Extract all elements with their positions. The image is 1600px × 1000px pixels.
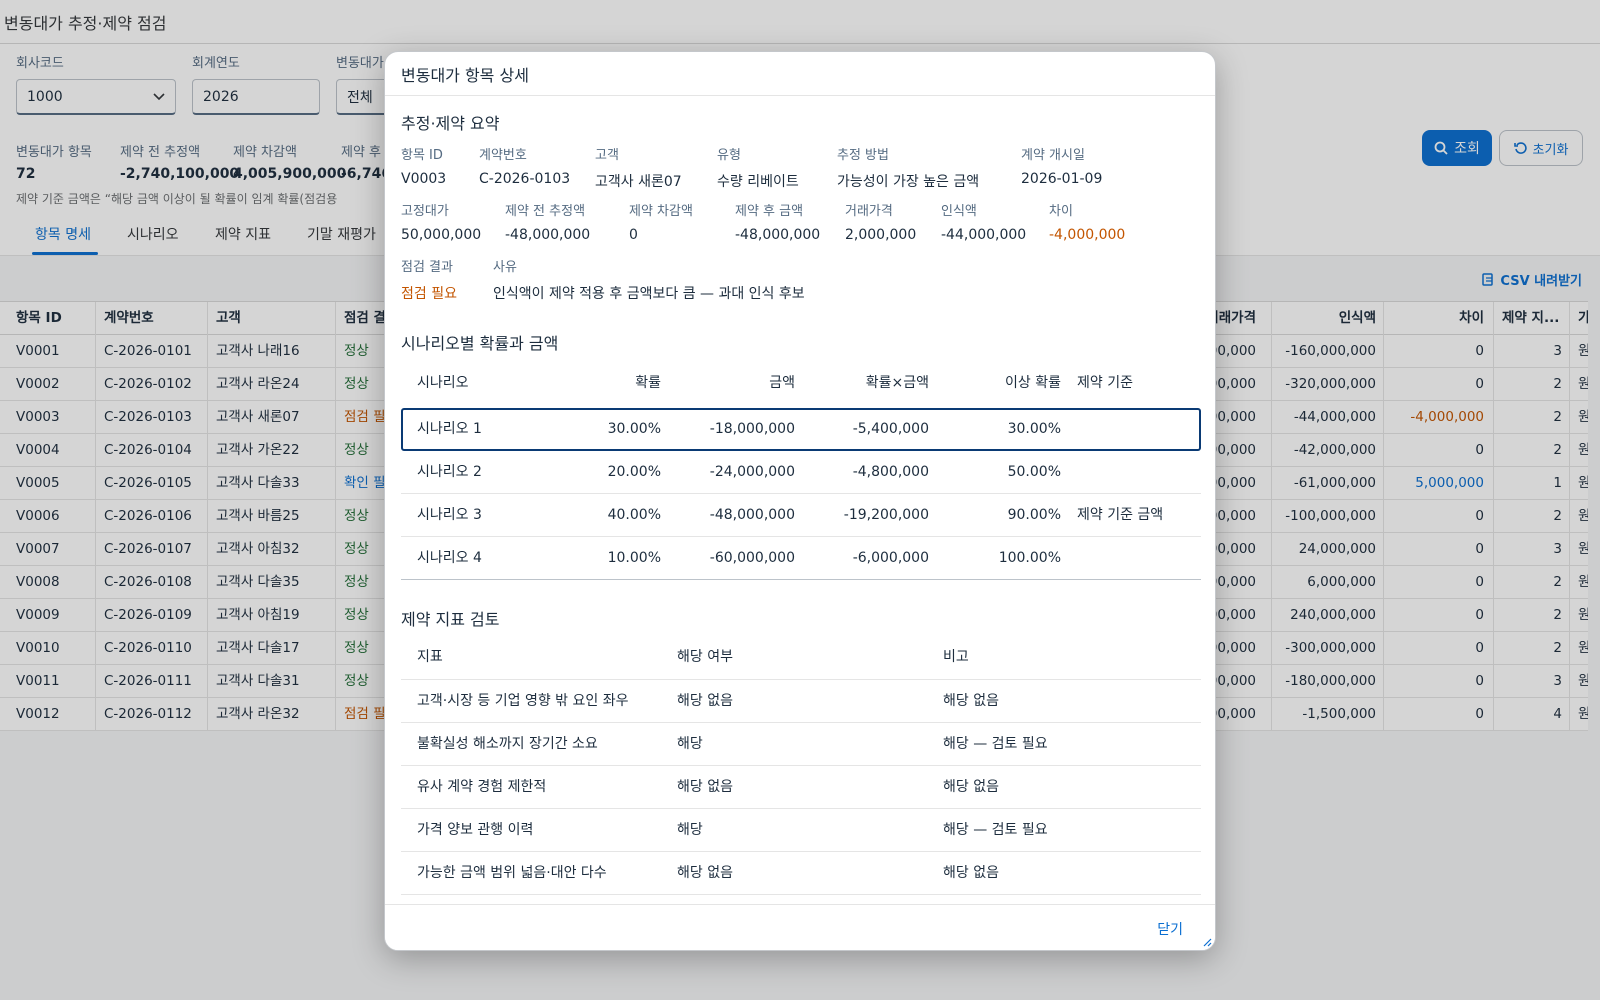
scenario-prob-amount: -19,200,000 — [843, 507, 929, 523]
indicator-applies: 해당 없음 — [677, 693, 733, 709]
scenario-constraint-base: 제약 기준 금액 — [1077, 507, 1164, 523]
scenario-probability: 10.00% — [607, 550, 661, 566]
field-check-result: 점검 결과 점검 필요 — [401, 260, 457, 302]
scenario-amount: -60,000,000 — [709, 550, 795, 566]
scenario-probability: 30.00% — [607, 421, 661, 437]
scenario-name: 시나리오 4 — [417, 550, 482, 566]
scenario-cumulative: 30.00% — [1007, 421, 1061, 437]
indicator-name: 불확실성 해소까지 장기간 소요 — [417, 736, 598, 752]
indicator-name: 가능한 금액 범위 넓음·대안 다수 — [417, 865, 607, 881]
scenario-probability: 20.00% — [607, 464, 661, 480]
indicator-applies: 해당 없음 — [677, 865, 733, 881]
indicator-header-row: 지표 해당 여부 비고 — [401, 634, 1201, 680]
field-estimate-method: 추정 방법 가능성이 가장 높은 금액 — [837, 148, 980, 190]
field-difference: 차이 -4,000,000 — [1049, 204, 1126, 243]
field-post-constraint: 제약 후 금액 -48,000,000 — [735, 204, 821, 243]
field-reason: 사유 인식액이 제약 적용 후 금액보다 큼 — 과대 인식 후보 — [493, 260, 805, 302]
scenario-section-title: 시나리오별 확률과 금액 — [401, 334, 559, 353]
indicator-row[interactable]: 고객·시장 등 기업 영향 밖 요인 좌우 해당 없음 해당 없음 — [401, 680, 1201, 723]
field-fixed-consideration: 고정대가 50,000,000 — [401, 204, 482, 243]
detail-dialog: 변동대가 항목 상세 추정·제약 요약 항목 ID V0003 계약번호 C-202… — [384, 51, 1216, 951]
indicator-applies: 해당 — [677, 822, 703, 838]
indicator-remark: 해당 없음 — [943, 865, 999, 881]
indicator-applies: 해당 — [677, 736, 703, 752]
indicator-table: 지표 해당 여부 비고 고객·시장 등 기업 영향 밖 요인 좌우 해당 없음 해당… — [401, 634, 1201, 895]
scenario-row[interactable]: 시나리오 1 30.00% -18,000,000 -5,400,000 30.00% — [401, 408, 1201, 451]
indicator-applies: 해당 없음 — [677, 779, 733, 795]
scenario-name: 시나리오 3 — [417, 507, 482, 523]
indicator-row[interactable]: 가능한 금액 범위 넓음·대안 다수 해당 없음 해당 없음 — [401, 852, 1201, 895]
scenario-header-row: 시나리오 확률 금액 확률×금액 이상 확률 제약 기준 — [417, 375, 1133, 391]
field-constraint-deduction: 제약 차감액 0 — [629, 204, 693, 243]
field-contract-start: 계약 개시일 2026-01-09 — [1021, 148, 1103, 187]
indicator-section-title: 제약 지표 검토 — [401, 610, 500, 629]
scenario-cumulative: 100.00% — [998, 550, 1061, 566]
scenario-prob-amount: -4,800,000 — [852, 464, 929, 480]
field-transaction-price: 거래가격 2,000,000 — [845, 204, 917, 243]
indicator-row[interactable]: 불확실성 해소까지 장기간 소요 해당 해당 — 검토 필요 — [401, 723, 1201, 766]
scenario-probability: 40.00% — [607, 507, 661, 523]
field-customer: 고객 고객사 새론07 — [595, 148, 682, 190]
dialog-title: 변동대가 항목 상세 — [401, 65, 529, 85]
indicator-remark: 해당 — 검토 필요 — [943, 822, 1048, 838]
close-button[interactable]: 닫기 — [1157, 919, 1183, 939]
dialog-header: 변동대가 항목 상세 — [385, 52, 1215, 96]
indicator-row[interactable]: 유사 계약 경험 제한적 해당 없음 해당 없음 — [401, 766, 1201, 809]
scenario-cumulative: 50.00% — [1007, 464, 1061, 480]
field-pre-estimate: 제약 전 추정액 -48,000,000 — [505, 204, 591, 243]
field-item-id: 항목 ID V0003 — [401, 148, 447, 187]
scenario-amount: -18,000,000 — [709, 421, 795, 437]
field-recognized: 인식액 -44,000,000 — [941, 204, 1027, 243]
field-contract-no: 계약번호 C-2026-0103 — [479, 148, 571, 187]
scenario-name: 시나리오 1 — [417, 421, 482, 437]
scenario-row[interactable]: 시나리오 3 40.00% -48,000,000 -19,200,000 90.00%… — [401, 494, 1201, 537]
scenario-prob-amount: -5,400,000 — [852, 421, 929, 437]
scenario-amount: -48,000,000 — [709, 507, 795, 523]
scenario-row[interactable]: 시나리오 2 20.00% -24,000,000 -4,800,000 50.00% — [401, 451, 1201, 494]
field-type: 유형 수량 리베이트 — [717, 148, 799, 190]
indicator-name: 가격 양보 관행 이력 — [417, 822, 534, 838]
scenario-row[interactable]: 시나리오 4 10.00% -60,000,000 -6,000,000 100.00% — [401, 537, 1201, 580]
indicator-remark: 해당 없음 — [943, 693, 999, 709]
scenario-amount: -24,000,000 — [709, 464, 795, 480]
summary-section-title: 추정·제약 요약 — [401, 114, 500, 133]
indicator-name: 유사 계약 경험 제한적 — [417, 779, 547, 795]
indicator-remark: 해당 — 검토 필요 — [943, 736, 1048, 752]
indicator-remark: 해당 없음 — [943, 779, 999, 795]
scenario-table: 시나리오 확률 금액 확률×금액 이상 확률 제약 기준 시나리오 1 30.00… — [401, 360, 1201, 580]
scenario-cumulative: 90.00% — [1007, 507, 1061, 523]
indicator-row[interactable]: 가격 양보 관행 이력 해당 해당 — 검토 필요 — [401, 809, 1201, 852]
scenario-prob-amount: -6,000,000 — [852, 550, 929, 566]
resize-handle-icon[interactable] — [1202, 937, 1212, 947]
indicator-name: 고객·시장 등 기업 영향 밖 요인 좌우 — [417, 693, 629, 709]
dialog-footer: 닫기 — [385, 904, 1215, 950]
scenario-name: 시나리오 2 — [417, 464, 482, 480]
